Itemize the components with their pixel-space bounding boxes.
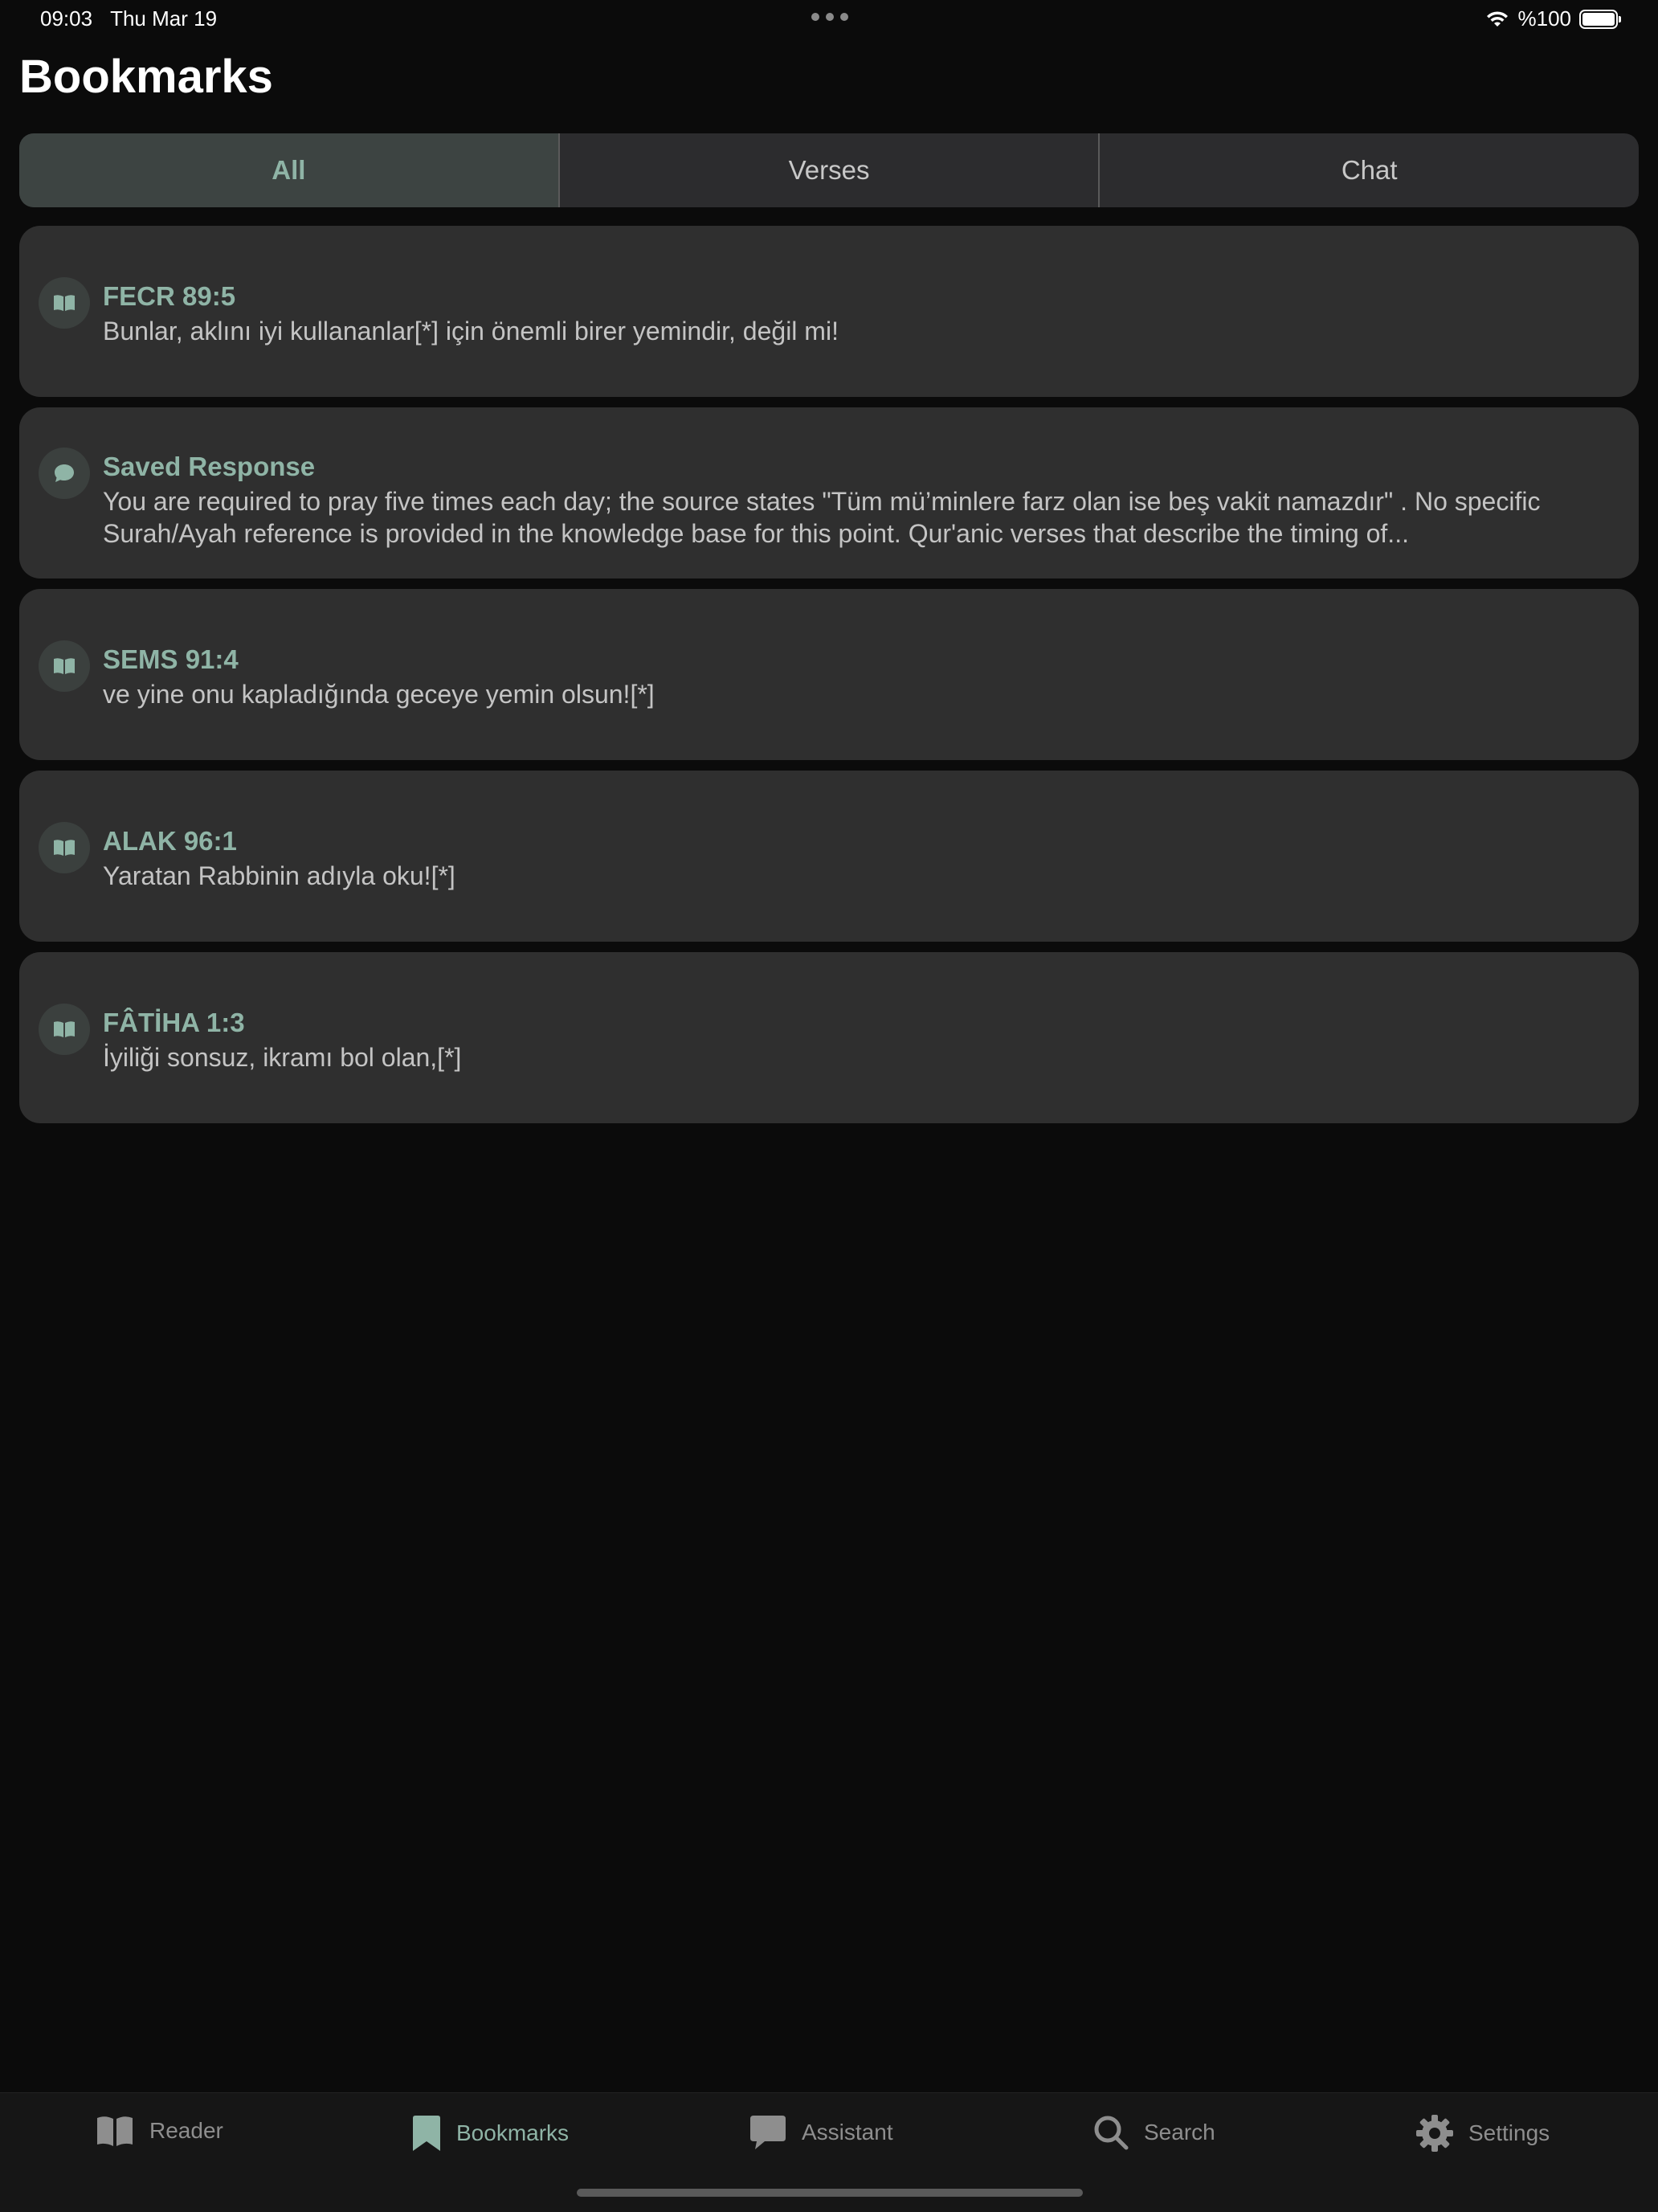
- tab-bookmarks[interactable]: Bookmarks: [411, 2114, 569, 2153]
- bookmark-text: ve yine onu kapladığında geceye yemin ol…: [103, 680, 655, 709]
- bookmark-title: FÂTİHA 1:3: [103, 1008, 245, 1037]
- bookmark-title: Saved Response: [103, 452, 316, 481]
- status-indicators: %100: [1484, 6, 1621, 31]
- tab-bookmarks-label: Bookmarks: [456, 2120, 570, 2145]
- tab-settings-label: Settings: [1468, 2120, 1550, 2145]
- bookmark-title: FECR 89:5: [103, 281, 236, 311]
- battery-icon: [1579, 9, 1621, 29]
- bookmark-icon: [413, 2116, 440, 2151]
- page-title: Bookmarks: [19, 51, 273, 103]
- book-icon: [39, 277, 90, 329]
- multitasking-dots-icon[interactable]: [811, 13, 848, 21]
- status-date: Thu Mar 19: [110, 6, 218, 31]
- bookmark-card[interactable]: FÂTİHA 1:3 İyiliği sonsuz, ikramı bol ol…: [19, 952, 1639, 1123]
- book-icon: [39, 1004, 90, 1055]
- bookmark-card[interactable]: SEMS 91:4 ve yine onu kapladığında gecey…: [19, 589, 1639, 760]
- filter-tab-all[interactable]: All: [19, 133, 558, 207]
- status-bar: 09:03 Thu Mar 19 %100: [0, 0, 1658, 39]
- tab-settings[interactable]: Settings: [1415, 2114, 1550, 2153]
- gear-icon: [1416, 2115, 1453, 2152]
- tab-assistant-label: Assistant: [802, 2120, 893, 2145]
- chat-bubble-icon: [39, 448, 90, 499]
- battery-percent: %100: [1517, 6, 1572, 31]
- chat-bubble-icon: [750, 2116, 786, 2149]
- bookmark-text: İyiliği sonsuz, ikramı bol olan,[*]: [103, 1043, 462, 1072]
- bookmark-list: FECR 89:5 Bunlar, aklını iyi kullananlar…: [19, 226, 1639, 1134]
- book-icon: [39, 822, 90, 873]
- status-clock: 09:03 Thu Mar 19: [40, 6, 217, 31]
- tab-search[interactable]: Search: [1092, 2114, 1215, 2151]
- bookmark-card[interactable]: Saved Response You are required to pray …: [19, 407, 1639, 579]
- filter-tab-chat[interactable]: Chat: [1098, 133, 1639, 207]
- tab-assistant[interactable]: Assistant: [749, 2114, 893, 2151]
- bookmark-card[interactable]: ALAK 96:1 Yaratan Rabbinin adıyla oku![*…: [19, 771, 1639, 942]
- book-open-icon: [97, 2116, 133, 2146]
- tab-search-label: Search: [1144, 2120, 1215, 2145]
- bookmark-filter-segmented-control: All Verses Chat: [19, 133, 1639, 207]
- status-time: 09:03: [40, 6, 93, 31]
- wifi-icon: [1486, 10, 1508, 27]
- bookmark-card[interactable]: FECR 89:5 Bunlar, aklını iyi kullananlar…: [19, 226, 1639, 397]
- tab-reader-label: Reader: [149, 2118, 223, 2143]
- bookmark-text: Bunlar, aklını iyi kullananlar[*] için ö…: [103, 317, 839, 345]
- tab-reader[interactable]: Reader: [95, 2114, 223, 2148]
- filter-tab-verses[interactable]: Verses: [557, 133, 1099, 207]
- bookmark-text: You are required to pray five times each…: [103, 487, 1541, 548]
- home-indicator[interactable]: [577, 2189, 1083, 2197]
- book-icon: [39, 640, 90, 692]
- bookmark-text: Yaratan Rabbinin adıyla oku![*]: [103, 861, 455, 890]
- bookmark-title: ALAK 96:1: [103, 826, 237, 856]
- bookmark-title: SEMS 91:4: [103, 644, 239, 674]
- magnifier-icon: [1094, 2116, 1129, 2150]
